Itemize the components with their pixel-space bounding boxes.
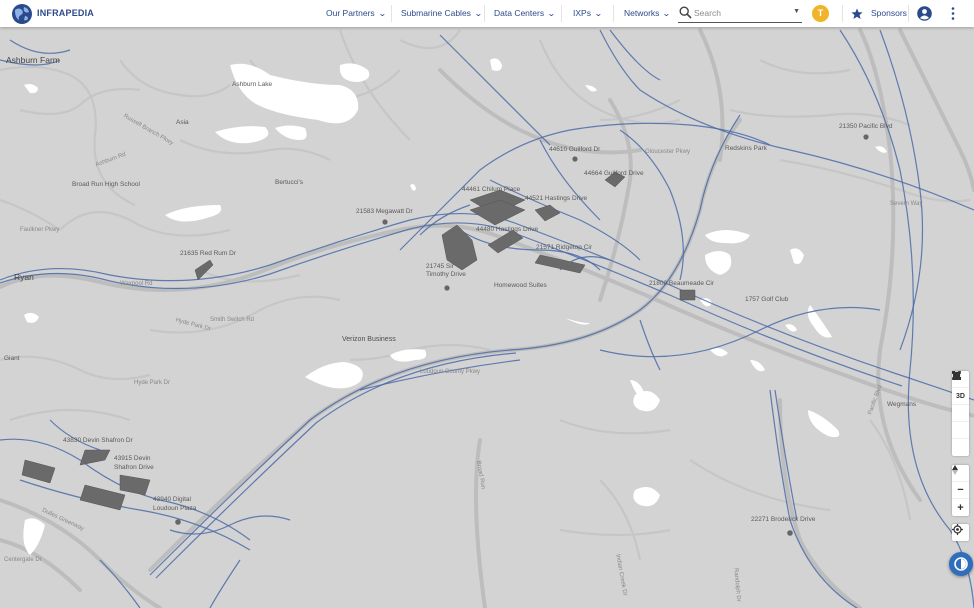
- chevron-down-icon: ⌄: [377, 9, 387, 18]
- star-icon: [851, 8, 863, 19]
- ruler-icon[interactable]: [952, 371, 969, 456]
- nav-our-partners[interactable]: Our Partners ⌄: [326, 0, 387, 27]
- nav-divider: [908, 5, 909, 22]
- nav-divider: [391, 5, 392, 22]
- nav-divider: [561, 5, 562, 22]
- search-dropdown-caret-icon[interactable]: ▼: [793, 8, 800, 15]
- nav-submarine-cables[interactable]: Submarine Cables ⌄: [401, 0, 483, 27]
- nav-divider: [842, 5, 843, 22]
- chevron-down-icon: ⌄: [662, 9, 672, 18]
- compass-icon[interactable]: [952, 465, 969, 482]
- chevron-down-icon: ⌄: [473, 9, 483, 18]
- nav-label: Our Partners: [326, 8, 375, 18]
- trash-icon[interactable]: [952, 371, 969, 422]
- nav-divider: [613, 5, 614, 22]
- zoom-in-button[interactable]: +: [952, 499, 969, 516]
- top-navbar: INFRAPEDIA Our Partners ⌄ Submarine Cable…: [0, 0, 974, 27]
- brand-name[interactable]: INFRAPEDIA: [37, 8, 94, 18]
- nav-divider: [484, 5, 485, 22]
- toggle-3d-button[interactable]: 3D: [952, 388, 969, 405]
- map-tools-panel: 3D: [952, 371, 969, 456]
- zoom-out-button[interactable]: −: [952, 482, 969, 499]
- search-icon[interactable]: [679, 6, 692, 19]
- sponsors-label: Sponsors: [871, 8, 907, 18]
- nav-ixps[interactable]: IXPs ⌄: [573, 0, 603, 27]
- chat-widget-icon: [954, 557, 968, 571]
- sponsors-link[interactable]: Sponsors: [851, 0, 907, 27]
- nav-label: Data Centers: [494, 8, 545, 18]
- account-circle-icon[interactable]: [917, 6, 932, 21]
- zoom-controls: − +: [952, 465, 969, 516]
- filter-avatar-button[interactable]: T: [812, 5, 829, 22]
- chevron-down-icon: ⌄: [593, 9, 603, 18]
- nav-label: Submarine Cables: [401, 8, 471, 18]
- locate-control: [952, 524, 969, 541]
- more-vertical-icon[interactable]: [950, 6, 956, 21]
- locate-icon[interactable]: [952, 524, 969, 541]
- search-box[interactable]: ▼: [678, 5, 802, 23]
- chevron-down-icon: ⌄: [547, 9, 556, 18]
- map-base-layer: [0, 27, 974, 608]
- polygon-icon[interactable]: [952, 371, 969, 439]
- infrapedia-globe-logo[interactable]: [11, 3, 33, 25]
- nav-label: IXPs: [573, 8, 591, 18]
- chat-widget-button[interactable]: [949, 552, 973, 576]
- nav-networks[interactable]: Networks ⌄: [624, 0, 672, 27]
- search-input[interactable]: [694, 5, 784, 21]
- nav-label: Networks: [624, 8, 660, 18]
- map-canvas[interactable]: Ashburn Farm Ryan Giant Ashburn Lake Asi…: [0, 27, 974, 608]
- nav-data-centers[interactable]: Data Centers ⌄: [494, 0, 556, 27]
